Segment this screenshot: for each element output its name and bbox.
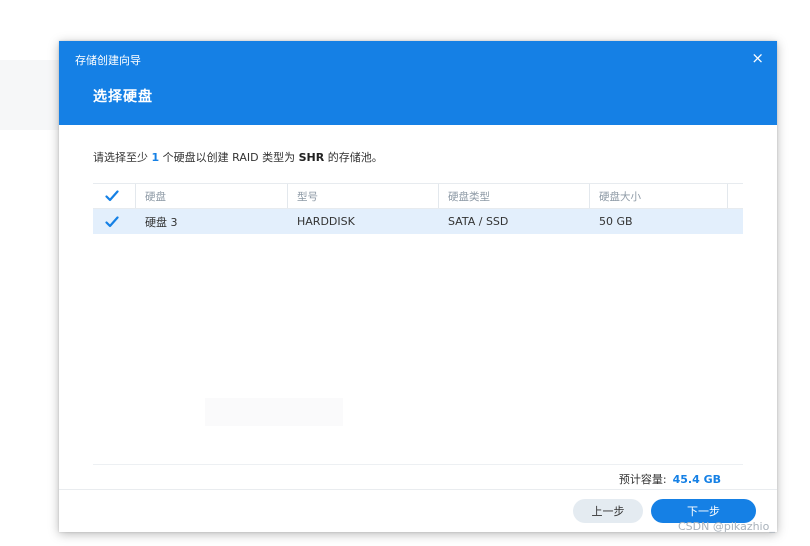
table-header: 硬盘 型号 硬盘类型 硬盘大小 (93, 183, 743, 209)
prev-button[interactable]: 上一步 (573, 499, 643, 523)
watermark-text: CSDN @pikazhio_ (678, 520, 775, 533)
capacity-label: 预计容量: (618, 473, 667, 486)
select-all-checkbox[interactable] (105, 184, 119, 208)
instruction-prefix: 请选择至少 (93, 151, 148, 164)
storage-wizard-dialog: 存储创建向导 × 选择硬盘 请选择至少 1 个硬盘以创建 RAID 类型为 SH… (59, 41, 777, 532)
close-icon[interactable]: × (751, 47, 764, 69)
cell-size: 50 GB (599, 215, 633, 228)
footer-divider (93, 464, 743, 465)
checkmark-icon (105, 189, 119, 203)
disk-table: 硬盘 型号 硬盘类型 硬盘大小 硬盘 3 HARDDISK SATA / SSD… (93, 183, 743, 234)
instruction-middle: 个硬盘以创建 RAID 类型为 (162, 151, 296, 164)
column-header-disk[interactable]: 硬盘 (145, 184, 166, 208)
checkmark-icon (105, 215, 119, 229)
column-header-type[interactable]: 硬盘类型 (448, 184, 490, 208)
column-divider (589, 184, 590, 208)
column-divider (438, 184, 439, 208)
estimated-capacity: 预计容量: 45.4 GB (619, 471, 721, 487)
cell-type: SATA / SSD (448, 215, 509, 228)
instruction-raid-type: SHR (298, 151, 325, 164)
wizard-title: 存储创建向导 (75, 54, 141, 67)
column-divider (135, 184, 136, 208)
cell-disk: 硬盘 3 (145, 215, 178, 229)
table-row[interactable]: 硬盘 3 HARDDISK SATA / SSD 50 GB (93, 209, 743, 234)
capacity-value: 45.4 GB (672, 473, 721, 486)
instruction-text: 请选择至少 1 个硬盘以创建 RAID 类型为 SHR 的存储池。 (93, 149, 383, 165)
column-divider (727, 184, 728, 208)
dialog-header: 存储创建向导 × 选择硬盘 (59, 41, 777, 125)
row-checkbox[interactable] (105, 209, 119, 234)
background-panel (0, 60, 60, 130)
instruction-suffix: 的存储池。 (327, 151, 383, 164)
column-header-model[interactable]: 型号 (297, 184, 318, 208)
step-title: 选择硬盘 (93, 89, 153, 105)
button-bar-divider (59, 489, 777, 490)
blurred-area (205, 398, 343, 426)
cell-model: HARDDISK (297, 215, 355, 228)
column-divider (287, 184, 288, 208)
instruction-count: 1 (151, 151, 160, 164)
column-header-size[interactable]: 硬盘大小 (599, 184, 641, 208)
